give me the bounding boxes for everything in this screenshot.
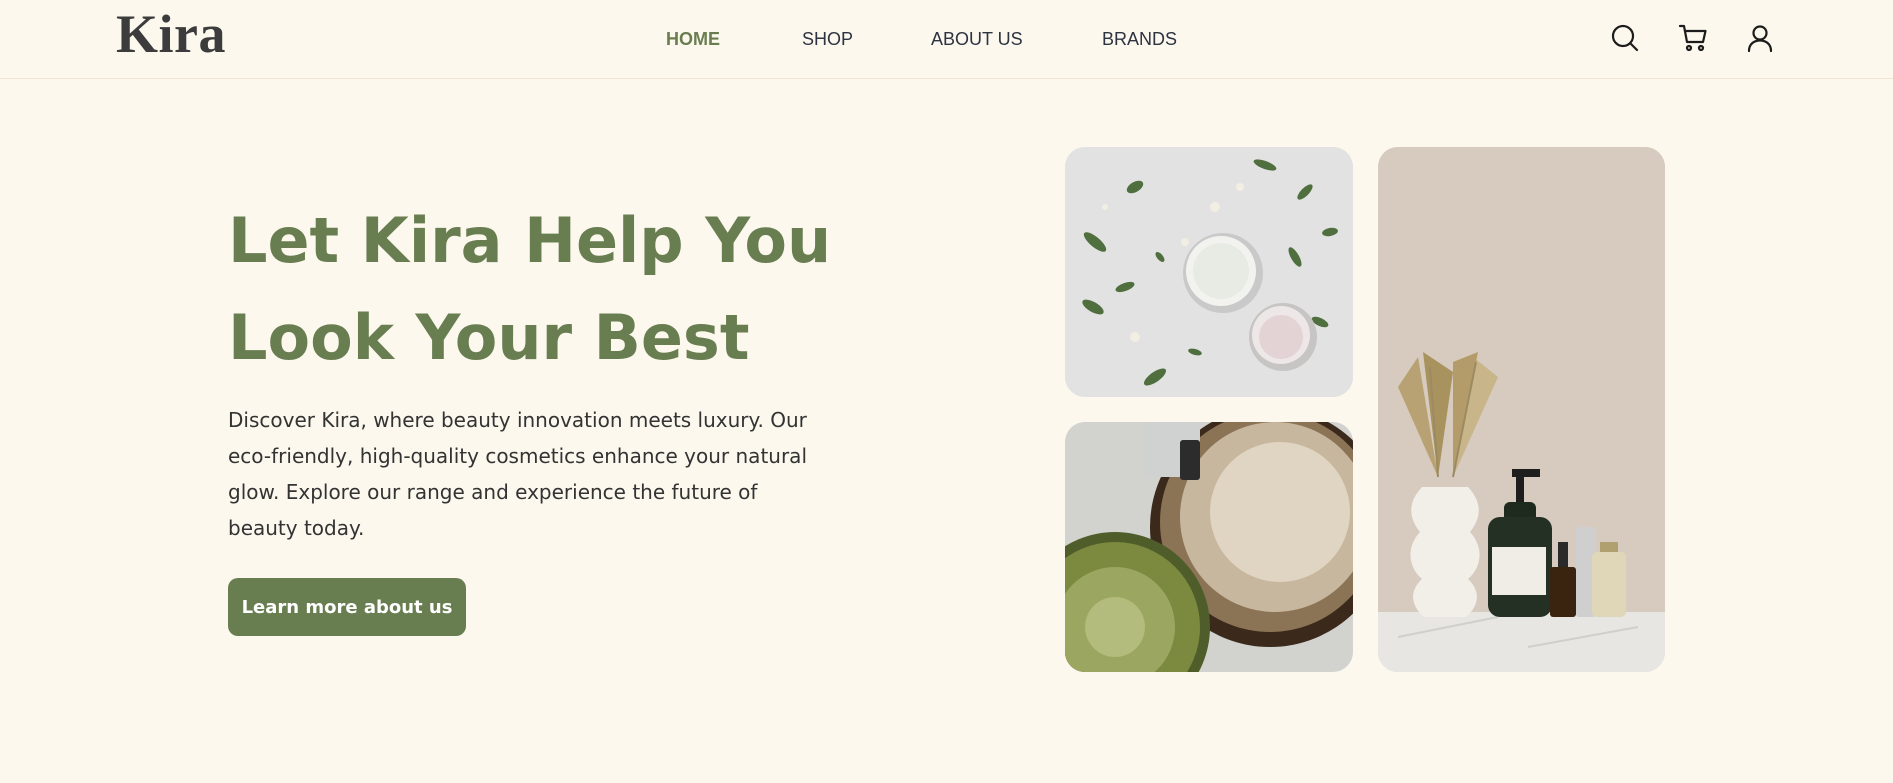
- gallery-image-cream-jars: [1065, 147, 1353, 397]
- user-icon[interactable]: [1743, 21, 1777, 55]
- brand-logo[interactable]: Kira: [116, 4, 226, 64]
- site-header: Kira HOME SHOP ABOUT US BRANDS: [0, 0, 1893, 79]
- gallery-image-perfume-bottles: [1065, 422, 1353, 672]
- nav-item-about-us[interactable]: ABOUT US: [931, 27, 1023, 51]
- learn-more-button[interactable]: Learn more about us: [228, 578, 466, 636]
- hero-title-line-1: Let Kira Help You: [228, 204, 832, 277]
- nav-item-brands[interactable]: BRANDS: [1102, 27, 1177, 51]
- hero-title-line-2: Look Your Best: [228, 301, 750, 374]
- nav-item-home[interactable]: HOME: [666, 27, 720, 51]
- hero-title: Let Kira Help You Look Your Best: [228, 192, 848, 386]
- gallery-image-skincare-bottles: [1378, 147, 1665, 672]
- nav-item-shop[interactable]: SHOP: [802, 27, 853, 51]
- cart-icon[interactable]: [1676, 21, 1710, 55]
- search-icon[interactable]: [1608, 21, 1642, 55]
- hero-description: Discover Kira, where beauty innovation m…: [228, 408, 807, 540]
